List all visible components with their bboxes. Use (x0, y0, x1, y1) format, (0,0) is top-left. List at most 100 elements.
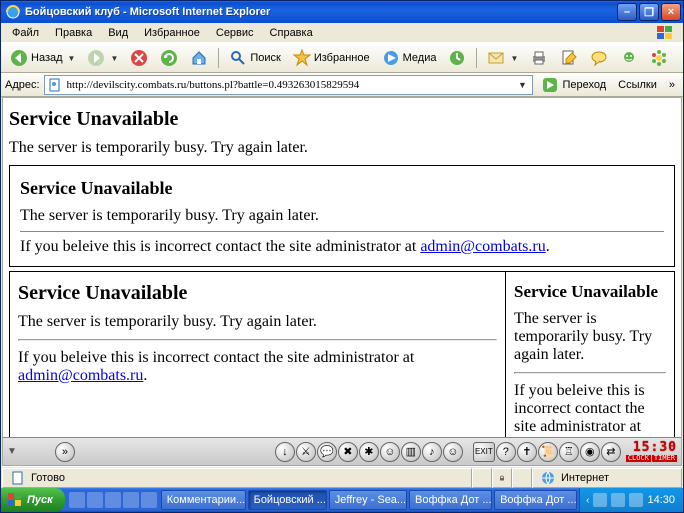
ql-item[interactable] (123, 492, 139, 508)
ql-item[interactable] (87, 492, 103, 508)
divider (20, 231, 664, 232)
menu-tools[interactable]: Сервис (209, 25, 261, 41)
gb-exit-button[interactable]: EXIT (473, 442, 495, 462)
menu-view[interactable]: Вид (101, 25, 135, 41)
address-field-wrap[interactable]: ▼ (44, 75, 534, 95)
menu-edit[interactable]: Правка (48, 25, 99, 41)
menu-help[interactable]: Справка (263, 25, 320, 41)
error-message: The server is temporarily busy. Try agai… (9, 139, 675, 157)
game-clock: 15:30 CLOCKTIMER (626, 441, 677, 462)
window-title: Бойцовский клуб - Microsoft Internet Exp… (25, 6, 617, 18)
messenger-icon (620, 49, 638, 67)
task-button[interactable]: Комментарии... (161, 490, 246, 510)
tray-expand-icon[interactable]: ‹ (586, 495, 589, 506)
refresh-button[interactable] (155, 46, 183, 70)
gb-down-icon[interactable]: ↓ (275, 442, 295, 462)
task-button[interactable]: Бойцовский ... (248, 490, 327, 510)
task-button[interactable]: Воффка Дот ... (494, 490, 577, 510)
status-zone: Интернет (532, 468, 682, 488)
chevron-down-icon[interactable]: ▼ (514, 80, 530, 90)
home-button[interactable] (185, 46, 213, 70)
tray-item[interactable] (629, 493, 643, 507)
edit-icon (560, 49, 578, 67)
media-icon (382, 49, 400, 67)
page-icon (47, 77, 63, 93)
go-icon (541, 76, 559, 94)
gb-book-icon[interactable]: ▥ (401, 442, 421, 462)
gb-music-icon[interactable]: ♪ (422, 442, 442, 462)
address-input[interactable] (65, 77, 515, 93)
media-button[interactable]: Медиа (377, 46, 442, 70)
timer-label[interactable]: TIMER (652, 455, 677, 462)
search-button[interactable]: Поиск (224, 46, 285, 70)
history-button[interactable] (443, 46, 471, 70)
chevron-right-icon[interactable]: » (665, 79, 679, 91)
history-icon (448, 49, 466, 67)
gb-scroll-icon[interactable]: 📜 (538, 442, 558, 462)
gb-star-icon[interactable]: ✱ (359, 442, 379, 462)
gb-person-icon[interactable]: ☺ (380, 442, 400, 462)
admin-email-link[interactable]: admin@combats.ru (18, 367, 143, 384)
globe-icon (539, 469, 557, 487)
gb-stats-icon[interactable]: ⇄ (601, 442, 621, 462)
chevron-down-icon: ▼ (66, 54, 76, 63)
messenger-button[interactable] (615, 46, 643, 70)
tray-item[interactable] (593, 493, 607, 507)
ql-item[interactable] (105, 492, 121, 508)
search-icon (229, 49, 247, 67)
systray: ‹ 14:30 (579, 488, 683, 512)
tray-item[interactable] (611, 493, 625, 507)
clock-label[interactable]: CLOCK (626, 455, 651, 462)
error-heading: Service Unavailable (514, 282, 666, 302)
edit-button[interactable] (555, 46, 583, 70)
icq-button[interactable] (645, 46, 673, 70)
maximize-button[interactable]: ❐ (639, 3, 659, 21)
windows-flag-icon (7, 492, 23, 508)
error-heading: Service Unavailable (20, 178, 664, 199)
gb-cross-icon[interactable]: ✝ (517, 442, 537, 462)
back-icon (10, 49, 28, 67)
game-toolbar: ▼ » ↓ ⚔ 💬 ✖ ✱ ☺ ▥ ♪ ☺ EXIT ? ✝ 📜 ♖ ◉ ⇄ 1… (3, 437, 681, 465)
go-button[interactable]: Переход (537, 76, 610, 94)
print-button[interactable] (525, 46, 553, 70)
contact-line: If you beleive this is incorrect contact… (514, 382, 666, 436)
gb-smile-icon[interactable]: ☺ (443, 442, 463, 462)
windows-flag-icon (651, 25, 679, 41)
menu-file[interactable]: Файл (5, 25, 46, 41)
forward-button[interactable]: ▼ (82, 46, 123, 70)
mail-button[interactable]: ▼ (482, 46, 523, 70)
ql-item[interactable] (69, 492, 85, 508)
favorites-button[interactable]: Избранное (288, 46, 375, 70)
quicklaunch (65, 492, 161, 508)
search-label: Поиск (250, 52, 280, 64)
discuss-button[interactable] (585, 46, 613, 70)
start-button[interactable]: Пуск (1, 488, 65, 512)
ie-window: Бойцовский клуб - Microsoft Internet Exp… (0, 0, 684, 513)
chevron-down-icon: ▼ (108, 54, 118, 63)
status-blank-1 (472, 468, 492, 488)
media-label: Медиа (403, 52, 437, 64)
gb-help-icon[interactable]: ? (496, 442, 516, 462)
gb-sword-icon[interactable]: ⚔ (296, 442, 316, 462)
mail-icon (487, 49, 505, 67)
back-button[interactable]: Назад ▼ (5, 46, 80, 70)
page-content: Service Unavailable The server is tempor… (3, 98, 681, 449)
gb-forward-icon[interactable]: » (55, 442, 75, 462)
chevron-down-icon[interactable]: ▼ (7, 446, 17, 457)
close-button[interactable]: × (661, 3, 681, 21)
menu-favorites[interactable]: Избранное (137, 25, 207, 41)
gb-tower-icon[interactable]: ♖ (559, 442, 579, 462)
admin-email-link[interactable]: admin@combats.ru (420, 238, 545, 255)
gb-x-icon[interactable]: ✖ (338, 442, 358, 462)
separator (218, 48, 219, 68)
stop-button[interactable] (125, 46, 153, 70)
error-message: The server is temporarily busy. Try agai… (20, 207, 664, 225)
ql-item[interactable] (141, 492, 157, 508)
task-button[interactable]: Jeffrey - Sea... (329, 490, 407, 510)
minimize-button[interactable]: – (617, 3, 637, 21)
task-button[interactable]: Воффка Дот ... (409, 490, 492, 510)
gb-eye-icon[interactable]: ◉ (580, 442, 600, 462)
clock-time: 15:30 (633, 441, 677, 454)
links-button[interactable]: Ссылки (614, 79, 661, 91)
gb-chat-icon[interactable]: 💬 (317, 442, 337, 462)
